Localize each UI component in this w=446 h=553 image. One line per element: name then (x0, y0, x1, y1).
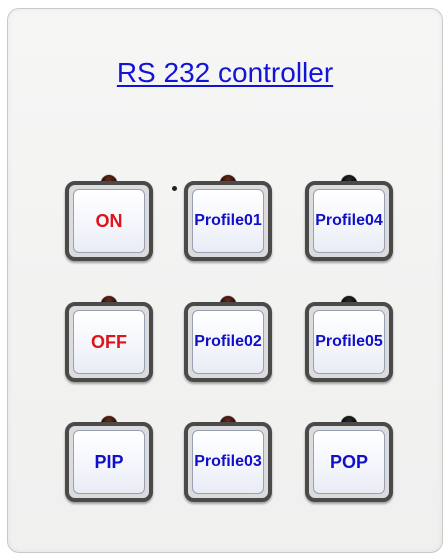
profile-02-key: Profile 02 (184, 296, 272, 382)
profile-04-label: Profile 04 (313, 189, 385, 253)
controller-panel: RS 232 controller ON Profile 01 Profile … (7, 8, 443, 553)
status-indicator-dot (172, 186, 177, 191)
pip-button-label: PIP (73, 430, 145, 494)
profile-05-button[interactable]: Profile 05 (305, 302, 393, 382)
profile-05-label-line1: Profile (315, 332, 365, 350)
profile-02-label-line1: Profile (194, 332, 244, 350)
off-button-label: OFF (73, 310, 145, 374)
profile-02-button[interactable]: Profile 02 (184, 302, 272, 382)
profile-01-label: Profile 01 (192, 189, 264, 253)
profile-02-label-line2: 02 (244, 332, 262, 350)
on-button[interactable]: ON (65, 181, 153, 261)
profile-04-label-line2: 04 (365, 211, 383, 229)
profile-04-label-line1: Profile (315, 211, 365, 229)
pip-button[interactable]: PIP (65, 422, 153, 502)
profile-03-button[interactable]: Profile 03 (184, 422, 272, 502)
profile-05-label: Profile 05 (313, 310, 385, 374)
profile-04-key: Profile 04 (305, 175, 393, 261)
page-title-link[interactable]: RS 232 controller (8, 57, 442, 89)
profile-03-label: Profile 03 (192, 430, 264, 494)
pop-button[interactable]: POP (305, 422, 393, 502)
off-button[interactable]: OFF (65, 302, 153, 382)
profile-01-button[interactable]: Profile 01 (184, 181, 272, 261)
on-button-label: ON (73, 189, 145, 253)
pip-key: PIP (65, 416, 153, 502)
pop-key: POP (305, 416, 393, 502)
profile-03-label-line2: 03 (244, 452, 262, 470)
pop-button-label: POP (313, 430, 385, 494)
profile-01-label-line2: 01 (244, 211, 262, 229)
profile-05-label-line2: 05 (365, 332, 383, 350)
off-key: OFF (65, 296, 153, 382)
profile-02-label: Profile 02 (192, 310, 264, 374)
on-key: ON (65, 175, 153, 261)
profile-03-label-line1: Profile (194, 452, 244, 470)
profile-03-key: Profile 03 (184, 416, 272, 502)
profile-04-button[interactable]: Profile 04 (305, 181, 393, 261)
profile-05-key: Profile 05 (305, 296, 393, 382)
profile-01-label-line1: Profile (194, 211, 244, 229)
profile-01-key: Profile 01 (184, 175, 272, 261)
